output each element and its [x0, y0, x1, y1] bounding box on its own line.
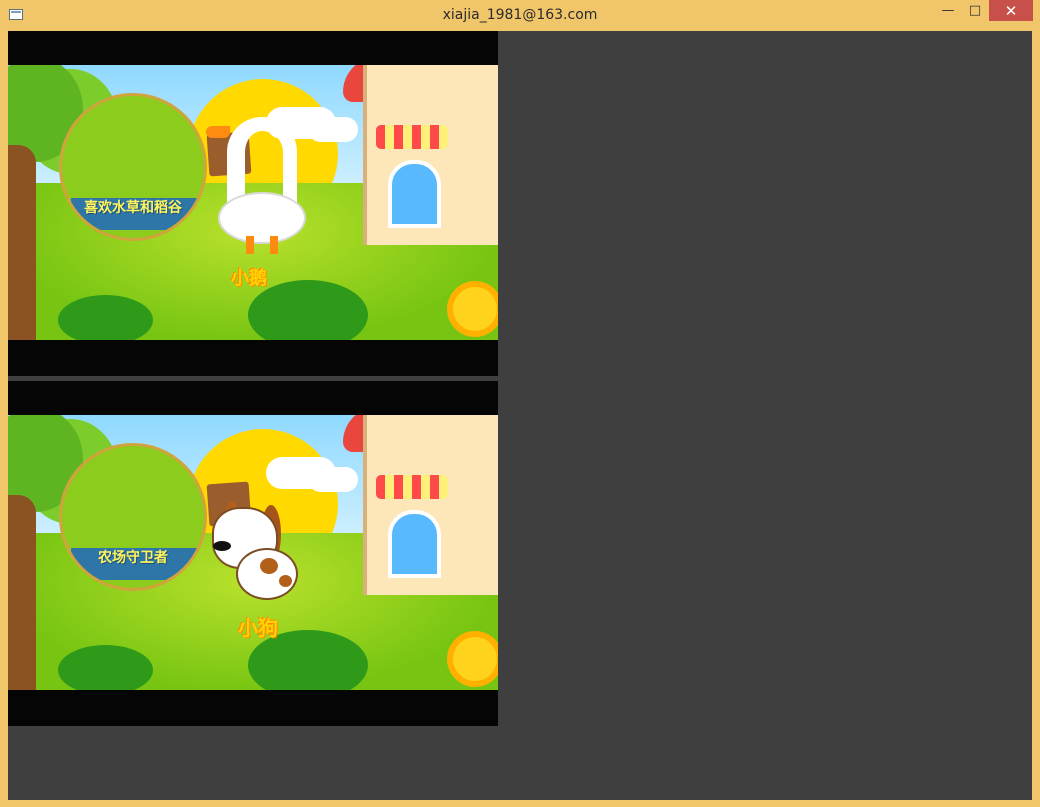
speech-bubble: 农场守卫者: [59, 443, 207, 591]
video-bottom-bar: [8, 690, 498, 726]
speech-bubble-text: 喜欢水草和稻谷: [84, 200, 182, 216]
goose-leg: [270, 236, 278, 254]
bush-illustration: [58, 295, 153, 340]
dog-body: [236, 548, 298, 600]
tree-trunk: [8, 145, 36, 340]
speech-bubble-text: 农场守卫者: [98, 550, 168, 566]
maximize-button[interactable]: □: [962, 0, 988, 21]
animal-name-label: 小狗: [238, 616, 278, 640]
minimize-icon: —: [941, 3, 955, 18]
animal-name-label: 小鹅: [231, 268, 267, 289]
dog-scene: 农场守卫者 小狗: [8, 415, 498, 690]
dog-video-frame[interactable]: 农场守卫者 小狗: [8, 381, 498, 726]
maximize-icon: □: [968, 3, 982, 18]
window-title: xiajia_1981@163.com: [442, 7, 598, 23]
close-icon: ✕: [1004, 1, 1018, 20]
dog-spot: [279, 575, 292, 587]
goose-video-frame[interactable]: 喜欢水草和稻谷 小鹅: [8, 31, 498, 376]
cloud-illustration: [308, 117, 358, 142]
cloud-illustration: [308, 467, 358, 492]
awning-illustration: [376, 125, 448, 149]
tree-trunk: [8, 495, 36, 690]
client-area: 喜欢水草和稻谷 小鹅 农场守卫者 小狗: [8, 31, 1032, 800]
goose-scene: 喜欢水草和稻谷 小鹅: [8, 65, 498, 340]
dog-nose: [213, 541, 231, 551]
door-illustration: [388, 510, 441, 578]
sunflower-illustration: [453, 637, 497, 681]
app-window: xiajia_1981@163.com — □ ✕ 喜欢水草和稻谷 小鹅 农场守…: [0, 0, 1040, 807]
title-bar[interactable]: xiajia_1981@163.com — □ ✕: [0, 0, 1040, 31]
dog-spot: [260, 558, 278, 574]
speech-bubble: 喜欢水草和稻谷: [59, 93, 207, 241]
goose-beak: [206, 126, 230, 138]
bush-illustration: [58, 645, 153, 690]
awning-illustration: [376, 475, 448, 499]
goose-body: [218, 192, 306, 244]
door-illustration: [388, 160, 441, 228]
goose-leg: [246, 236, 254, 254]
sunflower-illustration: [453, 287, 497, 331]
minimize-button[interactable]: —: [935, 0, 961, 21]
close-button[interactable]: ✕: [989, 0, 1033, 21]
video-bottom-bar: [8, 340, 498, 376]
